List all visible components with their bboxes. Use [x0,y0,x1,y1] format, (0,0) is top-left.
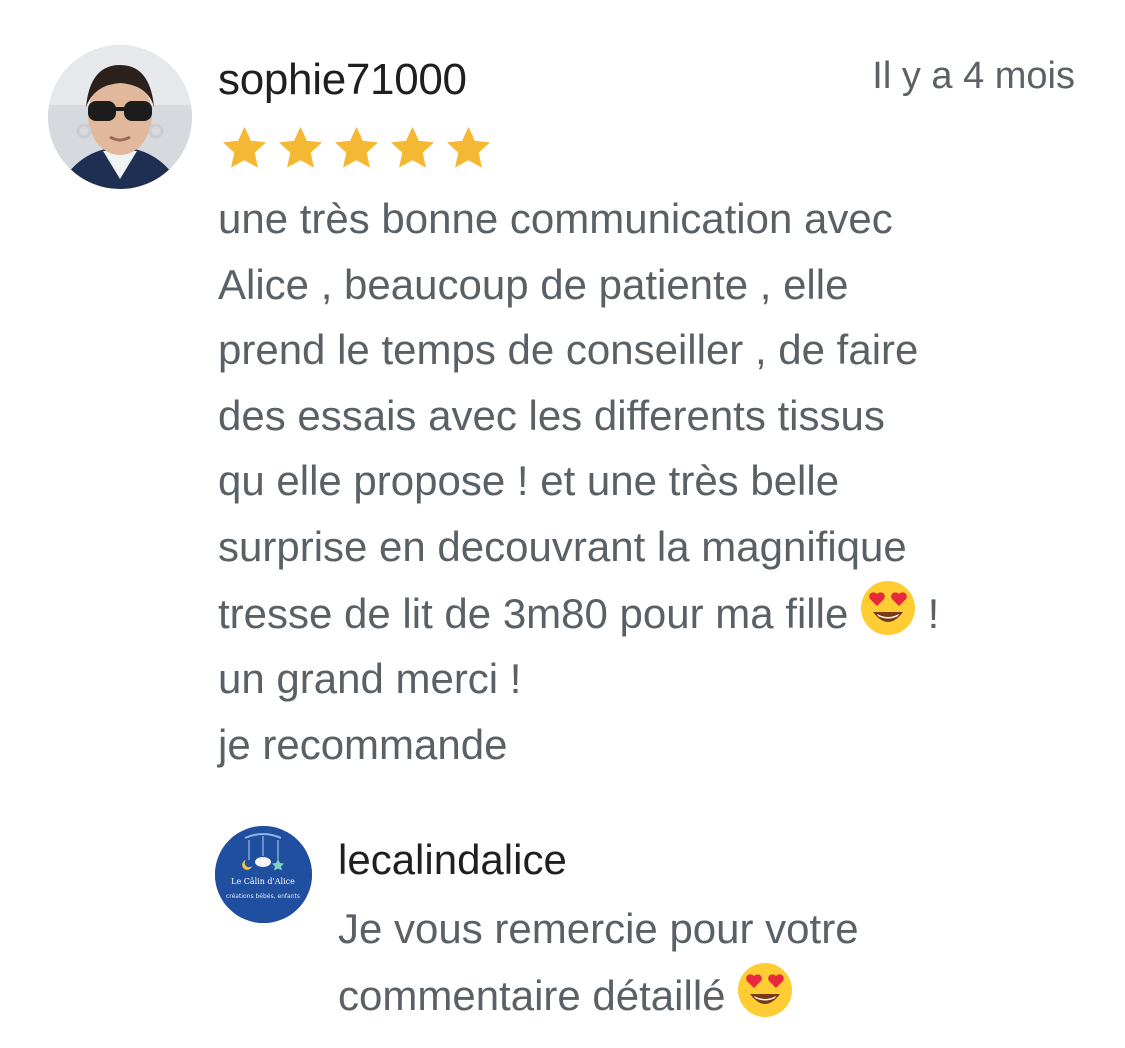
reply-avatar[interactable]: Le Câlin d'Alice créations bébés, enfant… [215,826,312,923]
review-line: Alice , beaucoup de patiente , elle [218,260,849,308]
review-line-end: ! [927,589,940,637]
star-icon [278,126,323,168]
review-line: surprise en decouvrant la magnifique [218,522,907,570]
star-icon [222,126,267,168]
review-body: une très bonne communication avec Alice … [218,186,1098,777]
review-line-text: tresse de lit de 3m80 pour ma fille [218,589,849,637]
reply-author-name[interactable]: lecalindalice [338,830,567,890]
review-line: un grand merci ! [218,655,522,703]
reply-line-with-emoji: commentaire détaillé [338,962,859,1029]
review-line: une très bonne communication avec [218,195,893,242]
reviewer-avatar[interactable] [48,45,192,189]
star-icon [334,126,379,168]
review-line: je recommande [218,720,508,768]
shop-logo-subtext: créations bébés, enfants [226,893,300,900]
star-rating [218,123,495,175]
review-line: prend le temps de conseiller , de faire [218,326,919,374]
reply-line-text: commentaire détaillé [338,972,726,1019]
star-icon [446,126,491,168]
review-line-with-emoji: tresse de lit de 3m80 pour ma fille ! [218,580,1098,647]
star-icon [390,126,435,168]
review-date: Il y a 4 mois [872,55,1075,97]
reply-body: Je vous remercie pour votre commentaire … [338,896,859,1029]
shop-logo-text: Le Câlin d'Alice [231,877,295,886]
review-line: qu elle propose ! et une très belle [218,457,840,505]
heart-eyes-emoji-icon [860,580,915,635]
reply-line: Je vous remercie pour votre [338,905,859,952]
shop-logo-avatar-icon: Le Câlin d'Alice créations bébés, enfant… [215,826,312,923]
heart-eyes-emoji-icon [738,963,793,1017]
review-card: sophie71000 Il y a 4 mois une très bonne… [0,0,1125,1048]
reviewer-name[interactable]: sophie71000 [218,50,467,110]
review-line: des essais avec les differents tissus [218,391,885,439]
user-photo-avatar-icon [48,45,192,189]
